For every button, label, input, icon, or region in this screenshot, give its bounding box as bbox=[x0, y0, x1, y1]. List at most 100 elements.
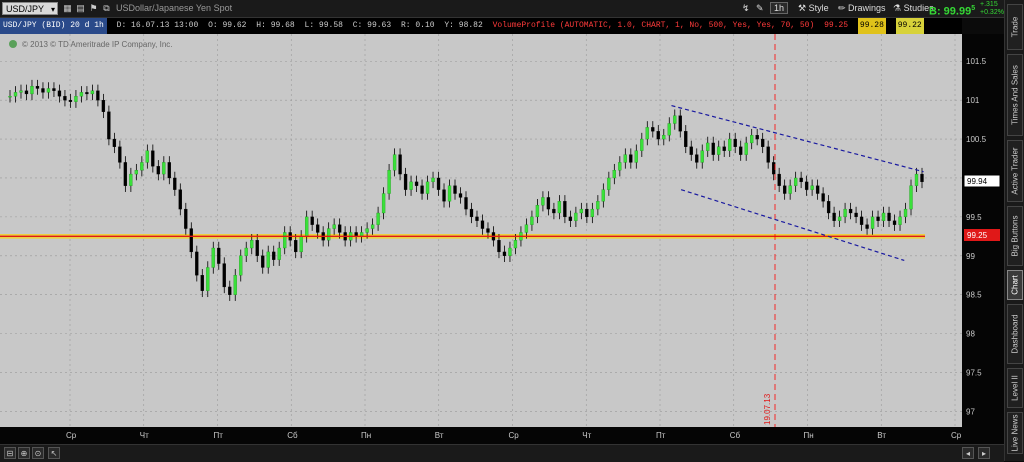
candle-body bbox=[453, 185, 457, 194]
candle-body bbox=[283, 232, 287, 249]
candle-body bbox=[30, 85, 34, 95]
candle-body bbox=[79, 92, 84, 97]
candle-body bbox=[173, 177, 177, 190]
symbol-selector[interactable]: USD/JPY ▾ bbox=[2, 2, 58, 15]
candle-body bbox=[684, 131, 688, 147]
chart-type-icon[interactable]: ▦ bbox=[62, 3, 73, 14]
sidebar-tab-active-trader[interactable]: Active Trader bbox=[1007, 140, 1023, 202]
candle-body bbox=[392, 154, 397, 171]
candle-body bbox=[365, 228, 369, 233]
candle-body bbox=[475, 216, 479, 221]
candle-body bbox=[19, 90, 23, 93]
candle-body bbox=[112, 138, 117, 147]
candle-body bbox=[673, 115, 677, 124]
top-toolbar: USD/JPY ▾ ▦ ▤ ⚑ ⧉ USDollar/Japanese Yen … bbox=[0, 0, 1004, 18]
candle-body bbox=[398, 154, 402, 175]
candle-body bbox=[689, 146, 693, 155]
candle-body bbox=[634, 150, 638, 163]
sidebar-tab-level-ii[interactable]: Level II bbox=[1007, 368, 1023, 408]
sidebar-tab-label: Active Trader bbox=[1010, 147, 1020, 195]
candle-body bbox=[239, 255, 243, 276]
candle-body bbox=[651, 127, 655, 132]
time-tick-label: Чт bbox=[582, 431, 591, 440]
candle-body bbox=[123, 162, 128, 186]
style-button[interactable]: ⚒ Style bbox=[798, 2, 829, 15]
time-tick-label: Ср bbox=[951, 431, 962, 440]
candle-body bbox=[783, 185, 787, 194]
time-tick-label: Вт bbox=[435, 431, 444, 440]
candle-body bbox=[700, 150, 704, 163]
candle-body bbox=[585, 208, 589, 218]
grid-icon[interactable]: ▤ bbox=[75, 3, 86, 14]
candle-body bbox=[711, 142, 715, 155]
sidebar-tab-trade[interactable]: Trade bbox=[1007, 4, 1023, 50]
sidebar-tab-big-buttons[interactable]: Big Buttons bbox=[1007, 206, 1023, 266]
candle-body bbox=[162, 162, 166, 175]
candle-body bbox=[447, 185, 452, 202]
symbol-description: USDollar/Japanese Yen Spot bbox=[116, 3, 233, 13]
candle-body bbox=[337, 224, 342, 233]
candle-body bbox=[508, 247, 512, 256]
candle-body bbox=[744, 142, 748, 155]
candle-body bbox=[821, 193, 825, 202]
candle-body bbox=[865, 224, 869, 229]
candle-body bbox=[793, 177, 798, 186]
period-selector[interactable]: 1h bbox=[770, 2, 789, 15]
candle-body bbox=[57, 90, 62, 97]
candle-body bbox=[601, 189, 605, 202]
sidebar-tab-live-news[interactable]: Live News bbox=[1007, 412, 1023, 454]
candle-body bbox=[706, 142, 710, 151]
candle-body bbox=[695, 154, 699, 163]
scroll-left-icon[interactable]: ◂ bbox=[962, 447, 974, 459]
level-price-label: 99.25 bbox=[967, 231, 988, 240]
candle-body bbox=[486, 228, 490, 233]
candle-body bbox=[431, 177, 435, 183]
cursor-icon[interactable]: ↖ bbox=[48, 447, 60, 459]
alert-icon[interactable]: ↯ bbox=[742, 2, 750, 15]
candle-body bbox=[656, 131, 660, 140]
sidebar-tab-times-and-sales[interactable]: Times And Sales bbox=[1007, 54, 1023, 136]
candle-body bbox=[881, 212, 886, 221]
candle-body bbox=[63, 96, 67, 101]
sidebar-tab-label: Big Buttons bbox=[1010, 215, 1020, 257]
candle-body bbox=[826, 201, 831, 214]
zoom-in-icon[interactable]: ⊕ bbox=[18, 447, 30, 459]
candle-body bbox=[101, 99, 106, 112]
scroll-right-icon[interactable]: ▸ bbox=[978, 447, 990, 459]
price-tick-label: 98.5 bbox=[966, 291, 982, 300]
candle-body bbox=[96, 90, 100, 101]
sidebar-tab-dashboard[interactable]: Dashboard bbox=[1007, 304, 1023, 364]
candle-body bbox=[832, 212, 836, 221]
studies-button[interactable]: ⚗ Studies bbox=[893, 2, 934, 15]
candle-body bbox=[717, 146, 721, 155]
candle-body bbox=[200, 275, 204, 291]
candle-body bbox=[761, 138, 765, 147]
candle-body bbox=[640, 138, 644, 151]
sidebar-tab-chart[interactable]: Chart bbox=[1007, 270, 1023, 300]
candle-body bbox=[222, 263, 226, 288]
sidebar-tab-label: Trade bbox=[1010, 16, 1020, 38]
wrench-icon[interactable]: ✎ bbox=[756, 2, 764, 15]
candle-body bbox=[898, 216, 902, 225]
flag-icon[interactable]: ⚑ bbox=[88, 3, 99, 14]
candle-body bbox=[387, 170, 391, 194]
candle-body bbox=[530, 216, 534, 225]
change-percent: +0.32% bbox=[980, 9, 1004, 16]
candle-body bbox=[277, 247, 281, 260]
candle-body bbox=[327, 228, 331, 241]
candle-body bbox=[469, 208, 474, 218]
candle-body bbox=[914, 173, 919, 186]
zoom-fit-icon[interactable]: ⊙ bbox=[32, 447, 44, 459]
zoom-out-icon[interactable]: ⊟ bbox=[4, 447, 16, 459]
price-tick-label: 99.5 bbox=[966, 213, 982, 222]
sidebar-tab-label: Dashboard bbox=[1010, 314, 1020, 354]
time-tick-label: Ср bbox=[66, 431, 77, 440]
drawings-button[interactable]: ✏ Drawings bbox=[838, 2, 886, 15]
price-chart[interactable]: 101.5101100.510099.59998.59897.597 СрЧтП… bbox=[0, 17, 1004, 444]
candle-body bbox=[107, 111, 111, 140]
candle-body bbox=[244, 247, 248, 256]
candle-body bbox=[629, 154, 633, 163]
candle-body bbox=[574, 212, 578, 221]
link-icon[interactable]: ⧉ bbox=[101, 3, 112, 14]
candle-body bbox=[332, 224, 336, 229]
